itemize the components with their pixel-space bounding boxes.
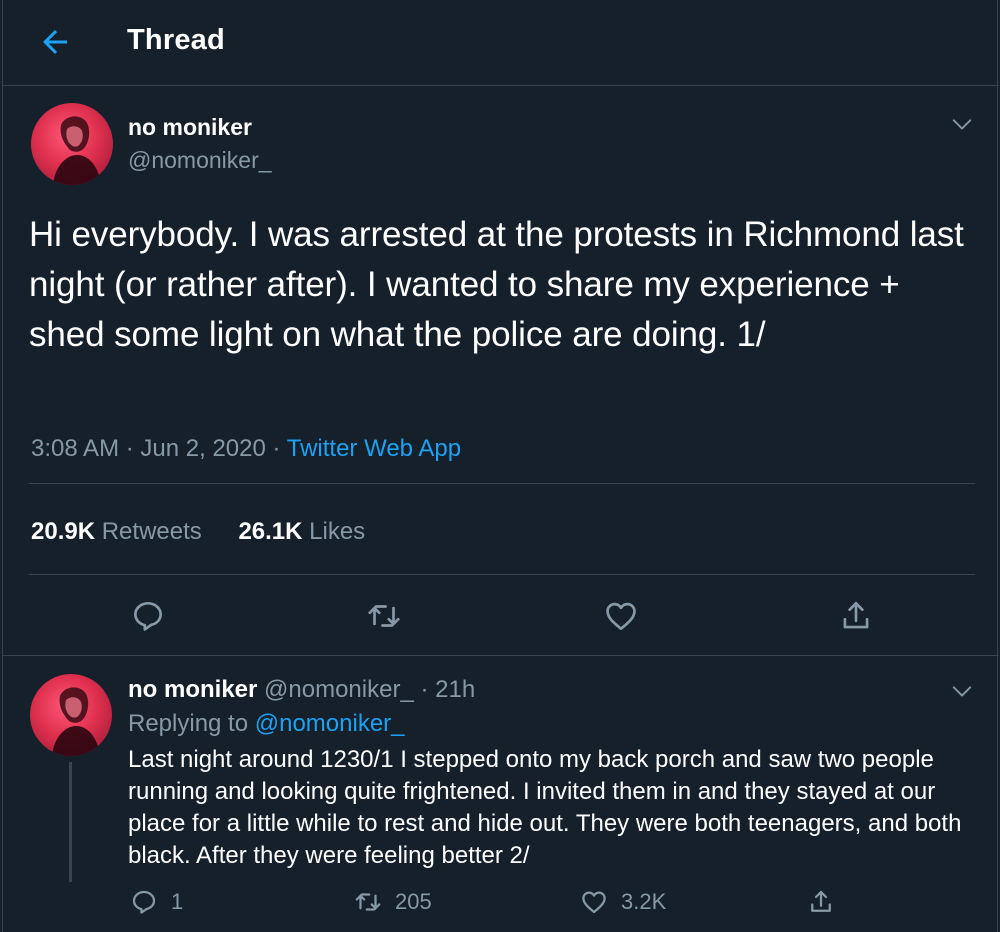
author-name[interactable]: no moniker [128, 114, 252, 141]
reply-icon[interactable] [129, 597, 167, 635]
divider [29, 574, 975, 575]
likes-count: 26.1K [238, 518, 303, 545]
chevron-down-icon[interactable] [951, 680, 973, 702]
retweet-count: 205 [395, 889, 432, 914]
author-name[interactable]: no moniker [128, 676, 257, 703]
thread-header: Thread [3, 0, 999, 86]
retweet-icon[interactable] [365, 597, 403, 635]
reply-icon [132, 890, 156, 914]
share-icon[interactable] [837, 597, 875, 635]
reply-count: 1 [171, 889, 184, 914]
retweet-action[interactable]: 205 [353, 886, 432, 918]
share-icon [811, 890, 831, 912]
retweet-icon [355, 893, 381, 911]
replying-to-handle[interactable]: @nomoniker_ [255, 710, 405, 737]
tweet-meta: 3:08 AM · Jun 2, 2020 · Twitter Web App [31, 435, 461, 463]
like-action[interactable]: 3.2K [579, 886, 666, 918]
tweet-text: Hi everybody. I was arrested at the prot… [29, 215, 964, 354]
reply-action[interactable]: 1 [129, 886, 183, 918]
chevron-down-icon[interactable] [951, 113, 973, 135]
tweet-separator [3, 655, 999, 656]
likes-label: Likes [309, 518, 366, 545]
reply-header: no moniker @nomoniker_ · 21h [128, 676, 475, 704]
author-handle[interactable]: @nomoniker_ [264, 676, 414, 703]
tweet-source[interactable]: Twitter Web App [287, 435, 461, 462]
thread-column: Thread no moniker @nomoniker_ Hi everybo… [2, 0, 999, 932]
tweet-age[interactable]: 21h [435, 676, 475, 703]
back-arrow-icon[interactable] [37, 24, 73, 60]
retweets-label: Retweets [101, 518, 202, 545]
like-count: 3.2K [621, 889, 667, 914]
share-action[interactable] [806, 886, 836, 918]
avatar[interactable] [30, 674, 112, 756]
meta-separator: · [272, 435, 281, 462]
retweets-count: 20.9K [31, 518, 96, 545]
like-icon [582, 891, 606, 914]
tweet-date[interactable]: Jun 2, 2020 [140, 435, 265, 462]
divider [29, 483, 975, 484]
replying-to: Replying to @nomoniker_ [128, 710, 405, 738]
meta-separator: · [420, 676, 429, 703]
avatar[interactable] [31, 103, 113, 185]
tweet-stats: 20.9K Retweets 26.1K Likes [31, 518, 365, 546]
tweet-time[interactable]: 3:08 AM [31, 435, 119, 462]
author-handle[interactable]: @nomoniker_ [128, 147, 272, 174]
like-icon[interactable] [602, 597, 640, 635]
replying-to-label: Replying to [128, 710, 249, 737]
meta-separator: · [125, 435, 134, 462]
retweets-stat[interactable]: 20.9K Retweets [31, 518, 202, 546]
tweet-text: Last night around 1230/1 I stepped onto … [128, 746, 962, 869]
page-title: Thread [127, 24, 225, 56]
likes-stat[interactable]: 26.1K Likes [238, 518, 365, 546]
thread-connector-line [69, 762, 72, 882]
